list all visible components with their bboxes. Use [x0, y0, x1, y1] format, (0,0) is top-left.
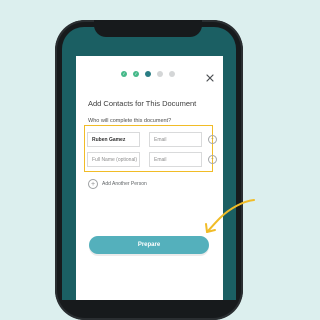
progress-step-5 — [169, 71, 175, 77]
modal-sheet — [76, 56, 223, 300]
progress-step-4 — [157, 71, 163, 77]
add-another-person-label: Add Another Person — [102, 181, 147, 187]
checkmark-icon: ✓ — [134, 71, 138, 76]
progress-step-1: ✓ — [121, 71, 127, 77]
plus-circle-icon: + — [88, 179, 98, 189]
page-title: Add Contacts for This Document — [88, 99, 197, 108]
add-another-person-button[interactable]: + Add Another Person — [88, 179, 147, 189]
progress-steps: ✓ ✓ — [121, 71, 175, 77]
contact-email-field-1[interactable]: Email — [149, 132, 202, 147]
prepare-button[interactable]: Prepare — [89, 236, 209, 254]
contacts-question: Who will complete this document? — [88, 118, 172, 124]
checkmark-icon: ✓ — [122, 71, 126, 76]
phone-notch — [94, 20, 202, 37]
close-icon — [206, 74, 214, 82]
contact-email-field-2[interactable]: Email — [149, 152, 202, 167]
minus-circle-icon: − — [211, 136, 214, 142]
close-button[interactable] — [206, 69, 214, 82]
minus-circle-icon: − — [211, 156, 214, 162]
contact-name-field-1[interactable]: Ruben Gamez — [87, 132, 140, 147]
remove-contact-button-2[interactable]: − — [208, 155, 217, 164]
progress-step-2: ✓ — [133, 71, 139, 77]
progress-step-3 — [145, 71, 151, 77]
remove-contact-button-1[interactable]: − — [208, 135, 217, 144]
contact-name-field-2[interactable]: Full Name (optional) — [87, 152, 140, 167]
